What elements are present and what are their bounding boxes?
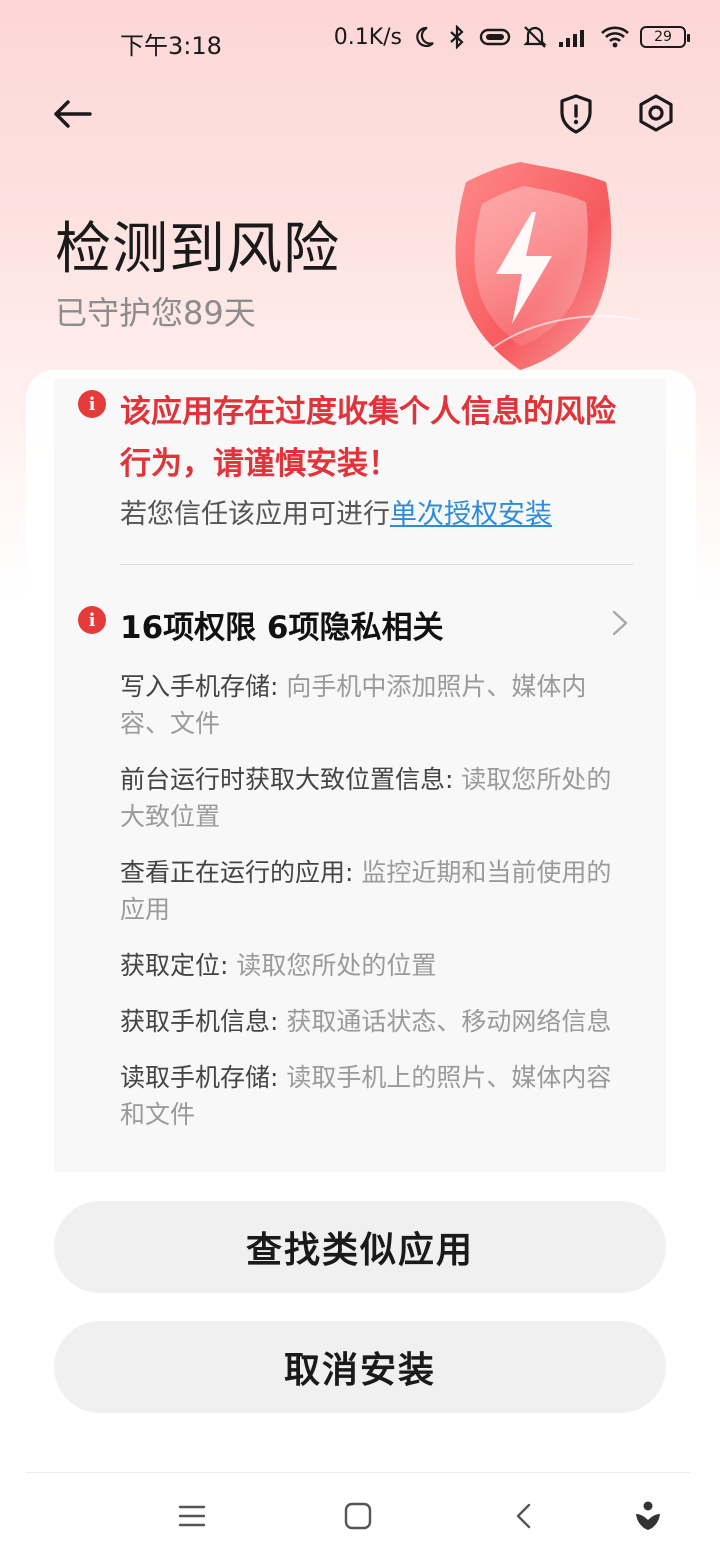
battery-icon: 29	[640, 26, 690, 48]
net-speed: 0.1K/s	[333, 24, 402, 50]
security-report-button[interactable]	[552, 90, 600, 138]
list-item: 写入手机存储: 向手机中添加照片、媒体内容、文件	[120, 668, 636, 742]
list-item: 查看正在运行的应用: 监控近期和当前使用的应用	[120, 854, 636, 928]
gear-icon	[639, 94, 673, 132]
permission-desc: 获取通话状态、移动网络信息	[286, 1007, 612, 1036]
back-nav-button[interactable]	[504, 1496, 544, 1536]
moon-icon	[412, 25, 436, 49]
wifi-icon	[600, 25, 630, 49]
warning-icon: i	[78, 606, 106, 634]
risk-card-content: i 该应用存在过度收集个人信息的风险行为，请谨慎安装！ 若您信任该应用可进行单次…	[54, 378, 666, 1172]
chevron-left-icon	[516, 1503, 531, 1529]
permission-name: 获取定位:	[120, 951, 229, 980]
assistant-icon	[636, 1501, 660, 1530]
permission-list: 写入手机存储: 向手机中添加照片、媒体内容、文件 前台运行时获取大致位置信息: …	[120, 668, 636, 1152]
find-similar-apps-button[interactable]: 查找类似应用	[54, 1201, 666, 1293]
mute-icon	[522, 24, 548, 50]
permission-summary-row[interactable]: i 16项权限 6项隐私相关	[54, 594, 666, 650]
divider	[120, 564, 634, 565]
list-item: 获取定位: 读取您所处的位置	[120, 947, 636, 984]
nav-divider	[26, 1472, 690, 1473]
chevron-right-icon	[612, 610, 628, 636]
permission-desc: 读取您所处的位置	[236, 951, 437, 980]
risk-hint-text: 若您信任该应用可进行	[120, 499, 390, 530]
list-item: 读取手机存储: 读取手机上的照片、媒体内容和文件	[120, 1059, 636, 1133]
shield-alert-icon	[560, 94, 592, 134]
risk-shield-illustration	[420, 150, 641, 380]
assistant-button[interactable]	[628, 1496, 668, 1536]
permission-name: 获取手机信息:	[120, 1007, 279, 1036]
signal-icon	[558, 26, 590, 48]
back-button[interactable]	[48, 92, 96, 140]
protection-days: 已守护您89天	[55, 294, 256, 332]
permission-name: 查看正在运行的应用:	[120, 858, 354, 887]
page-title: 检测到风险	[55, 217, 340, 282]
list-item: 获取手机信息: 获取通话状态、移动网络信息	[120, 1003, 636, 1040]
settings-button[interactable]	[632, 90, 680, 138]
system-nav-bar	[0, 1478, 720, 1560]
permission-name: 读取手机存储:	[120, 1063, 279, 1092]
list-item: 前台运行时获取大致位置信息: 读取您所处的大致位置	[120, 761, 636, 835]
warning-icon: i	[78, 390, 106, 418]
status-time: 下午3:18	[120, 32, 222, 60]
status-bar: 下午3:18 0.1K/s 29	[0, 0, 720, 84]
permission-name: 写入手机存储:	[120, 672, 279, 701]
recents-button[interactable]	[172, 1496, 212, 1536]
single-authorize-install-link[interactable]: 单次授权安装	[390, 499, 552, 530]
permission-name: 前台运行时获取大致位置信息:	[120, 765, 454, 794]
home-square-icon	[344, 1502, 372, 1530]
home-button[interactable]	[338, 1496, 378, 1536]
cancel-install-button[interactable]: 取消安装	[54, 1321, 666, 1413]
risk-hint: 若您信任该应用可进行单次授权安装	[120, 492, 552, 531]
menu-icon	[178, 1505, 206, 1527]
status-icons: 0.1K/s 29	[333, 24, 690, 50]
permission-summary: 16项权限 6项隐私相关	[120, 610, 444, 646]
top-bar	[0, 84, 720, 144]
bluetooth-icon	[446, 25, 468, 49]
risk-warning-text: 该应用存在过度收集个人信息的风险行为，请谨慎安装！	[120, 394, 616, 482]
vibrate-icon	[478, 26, 512, 48]
back-arrow-icon	[54, 100, 92, 128]
